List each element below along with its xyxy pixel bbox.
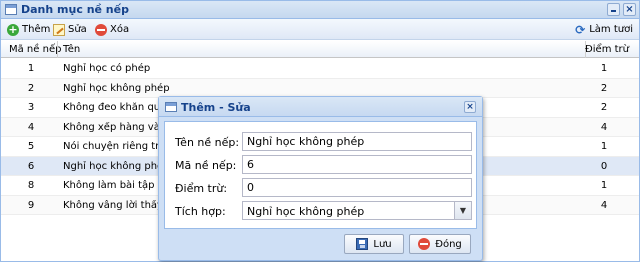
name-label: Tên nề nếp: [175,136,240,149]
dialog-form: Tên nề nếp: Mã nề nếp: Điểm trừ: Tích hợ… [164,121,477,229]
column-header-points[interactable]: Điểm trừ [585,44,629,55]
refresh-button[interactable]: ⟳ Làm tươi [574,22,633,37]
points-input[interactable] [242,178,472,197]
edit-button[interactable]: Sửa [53,22,87,37]
cell-code: 3 [27,102,35,113]
cell-code: 5 [27,141,35,152]
code-label: Mã nề nếp: [175,159,237,172]
cell-code: 2 [27,82,35,94]
integrate-row: Tích hợp: Nghỉ học không phép ▼ [175,201,472,221]
cell-points: 1 [600,141,608,152]
cell-points: 1 [600,63,608,74]
save-button-label: Lưu [373,238,392,250]
close-circle-icon [418,238,431,250]
cell-points: 1 [600,180,608,191]
cell-points: 4 [600,121,608,133]
cell-name: Nghỉ học không phép [63,82,170,94]
dialog-title: Thêm - Sửa [181,101,251,114]
code-input[interactable] [242,155,472,174]
code-row: Mã nề nếp: [175,155,472,175]
close-button-label: Đóng [435,238,462,250]
save-button[interactable]: Lưu [344,234,404,254]
name-row: Tên nề nếp: [175,132,472,152]
chevron-down-icon[interactable]: ▼ [454,202,471,219]
cell-code: 6 [27,160,35,172]
points-row: Điểm trừ: [175,178,472,198]
cell-points: 4 [600,199,608,211]
delete-button[interactable]: Xóa [95,22,129,37]
add-button[interactable]: + Thêm [7,22,50,37]
refresh-button-label: Làm tươi [589,24,633,35]
window-icon [5,4,17,15]
column-header-name[interactable]: Tên [63,44,80,55]
cell-code: 8 [27,180,35,191]
dialog-footer: Lưu Đóng [159,230,482,260]
cell-code: 4 [27,121,35,133]
cell-points: 2 [600,82,608,94]
cell-code: 1 [27,63,35,74]
dialog-close-icon[interactable]: × [464,101,476,113]
grid-header: Mã nề nếp Tên Điểm trừ [1,41,639,58]
cell-points: 2 [600,102,608,113]
dialog-header[interactable]: Thêm - Sửa × [159,97,482,117]
refresh-icon: ⟳ [575,22,586,37]
edit-dialog: Thêm - Sửa × Tên nề nếp: Mã nề nếp: Điểm… [158,96,483,261]
cell-code: 9 [27,199,35,211]
points-label: Điểm trừ: [175,182,228,195]
name-input[interactable] [242,132,472,151]
integrate-select[interactable]: Nghỉ học không phép ▼ [242,201,472,220]
integrate-label: Tích hợp: [175,205,226,218]
close-button[interactable]: Đóng [409,234,471,254]
edit-icon [53,23,65,36]
dialog-window-icon [165,102,177,112]
cell-points: 0 [600,160,608,172]
delete-icon [95,23,107,36]
column-header-code[interactable]: Mã nề nếp [9,44,61,55]
edit-button-label: Sửa [68,24,87,35]
add-button-label: Thêm [22,24,51,35]
table-row[interactable]: 1 Nghỉ học có phép 1 [1,59,639,79]
delete-button-label: Xóa [110,24,130,35]
minimize-icon[interactable] [607,3,620,16]
column-separator[interactable] [57,41,58,58]
integrate-select-value: Nghỉ học không phép [247,205,365,218]
add-icon: + [7,22,19,36]
window-titlebar: Danh mục nề nếp × [1,1,639,19]
save-icon [356,238,369,250]
toolbar: + Thêm Sửa Xóa ⟳ Làm tươi [1,19,639,40]
close-icon[interactable]: × [623,3,636,16]
window-title: Danh mục nề nếp [21,3,129,16]
cell-name: Nghỉ học có phép [63,63,151,74]
